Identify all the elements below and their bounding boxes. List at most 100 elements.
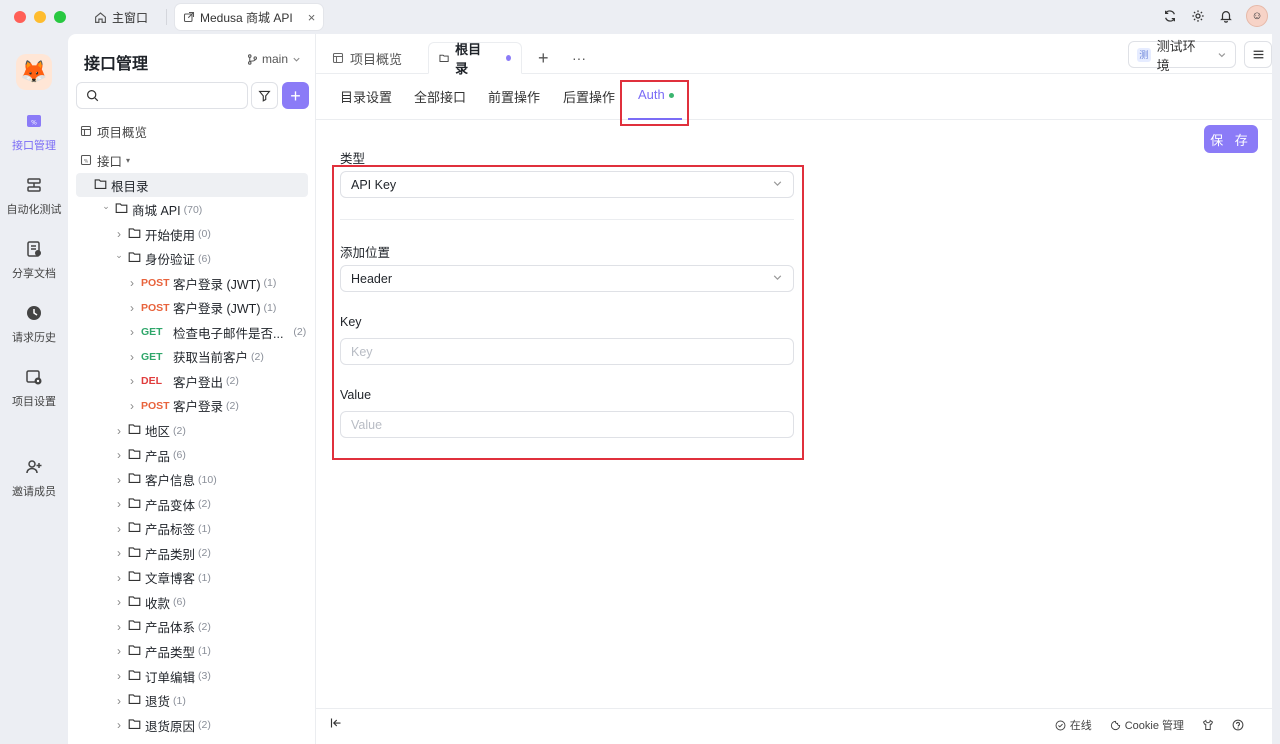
zoom-window-button[interactable] — [54, 11, 66, 23]
chevron-right-icon[interactable]: › — [114, 571, 124, 585]
folder-item[interactable]: › 退货原因 (2) — [76, 713, 308, 737]
chevron-right-icon[interactable]: › — [114, 448, 124, 462]
env-label: 测试环境 — [1156, 38, 1196, 73]
chevron-right-icon[interactable]: › — [114, 473, 124, 487]
chevron-right-icon[interactable]: › — [127, 276, 137, 290]
close-tab-icon[interactable]: × — [308, 10, 316, 25]
titlebar: 主窗口 Medusa 商城 API × ☺ — [0, 0, 1280, 34]
rail-item-api[interactable]: % 接口管理 — [0, 112, 68, 153]
folder-item[interactable]: › 开始使用 (0) — [76, 222, 308, 246]
folder-item[interactable]: › 产品类型 (1) — [76, 639, 308, 663]
tree-item-label: 产品 — [145, 449, 171, 464]
folder-item[interactable]: › 文章博客 (1) — [76, 566, 308, 590]
folder-item[interactable]: › 产品 (6) — [76, 443, 308, 467]
add-api-button[interactable]: + — [282, 82, 309, 109]
api-item[interactable]: › POST 客户登录 (JWT) (1) — [76, 271, 308, 295]
chevron-right-icon[interactable]: › — [114, 227, 124, 241]
project-window-tab[interactable]: Medusa 商城 API × — [175, 4, 324, 30]
user-avatar[interactable]: ☺ — [1246, 5, 1268, 27]
tab-root[interactable]: 根目录 — [428, 42, 522, 76]
chevron-right-icon[interactable]: › — [127, 374, 137, 388]
chevron-down-icon[interactable]: ⌄ — [114, 250, 124, 261]
environment-select[interactable]: 测 测试环境 — [1128, 39, 1236, 73]
chevron-right-icon[interactable]: › — [114, 644, 124, 658]
chevron-right-icon[interactable]: › — [114, 595, 124, 609]
chevron-down-icon[interactable]: ⌄ — [101, 201, 111, 212]
chevron-right-icon[interactable]: › — [127, 325, 137, 339]
rail-item-invite[interactable]: 邀请成员 — [0, 458, 68, 499]
chevron-right-icon[interactable]: › — [127, 350, 137, 364]
api-root-item[interactable]: % 接口 ▾ — [80, 148, 310, 172]
item-count: (2) — [173, 424, 186, 437]
cookie-label: Cookie 管理 — [1124, 720, 1184, 732]
chevron-right-icon[interactable]: › — [114, 424, 124, 438]
api-item[interactable]: › GET 获取当前客户 (2) — [76, 345, 308, 369]
home-tab-label: 主窗口 — [112, 10, 149, 25]
chevron-right-icon[interactable]: › — [114, 522, 124, 536]
tree-item-label: 检查电子邮件是否... — [173, 326, 284, 341]
rail-label: 分享文档 — [12, 268, 56, 280]
folder-item[interactable]: › 产品标签 (1) — [76, 517, 308, 541]
search-box[interactable] — [76, 82, 248, 109]
chevron-down-icon — [293, 57, 300, 62]
bell-icon[interactable] — [1218, 8, 1234, 24]
close-window-button[interactable] — [14, 11, 26, 23]
rail-item-history[interactable]: 请求历史 — [0, 304, 68, 345]
chevron-right-icon[interactable]: › — [127, 301, 137, 315]
home-window-tab[interactable]: 主窗口 — [86, 4, 156, 30]
branch-selector[interactable]: main — [247, 52, 301, 66]
status-bar-right: 在线 Cookie 管理 — [1055, 717, 1244, 733]
chevron-right-icon[interactable]: › — [114, 620, 124, 634]
api-item[interactable]: › GET 检查电子邮件是否... (2) — [76, 320, 308, 344]
gear-icon[interactable] — [1190, 8, 1206, 24]
folder-item[interactable]: › 地区 (2) — [76, 419, 308, 443]
tree-item-label: 客户登录 (JWT) — [173, 302, 261, 317]
more-tabs-button[interactable]: ··· — [562, 42, 596, 74]
filter-button[interactable] — [251, 82, 278, 109]
folder-item[interactable]: › 退货 (1) — [76, 689, 308, 713]
tab-project-overview[interactable]: 项目概览 — [322, 42, 412, 74]
folder-item[interactable]: 根目录 — [76, 173, 308, 197]
rail-item-share-doc[interactable]: 分享文档 — [0, 240, 68, 281]
folder-item[interactable]: › 客户信息 (10) — [76, 468, 308, 492]
api-item[interactable]: › POST 客户登录 (2) — [76, 394, 308, 418]
folder-item[interactable]: › 订单编辑 (3) — [76, 664, 308, 688]
project-overview-item[interactable]: 项目概览 — [80, 119, 310, 143]
minimize-window-button[interactable] — [34, 11, 46, 23]
folder-item[interactable]: ⌄ 身份验证 (6) — [76, 247, 308, 271]
chevron-right-icon[interactable]: › — [114, 546, 124, 560]
rail-item-automation[interactable]: 自动化测试 — [0, 176, 68, 217]
chevron-right-icon[interactable]: › — [127, 399, 137, 413]
item-count: (1) — [173, 694, 186, 707]
rail-item-settings[interactable]: 项目设置 — [0, 368, 68, 409]
folder-item[interactable]: ⌄ 商城 API (70) — [76, 198, 308, 222]
subtab-post-actions[interactable]: 后置操作 — [563, 87, 615, 106]
help-icon[interactable] — [1232, 719, 1244, 731]
subtab-all-apis[interactable]: 全部接口 — [414, 87, 466, 106]
overview-icon — [332, 52, 344, 64]
folder-item[interactable]: › 产品类别 (2) — [76, 541, 308, 565]
method-badge: POST — [141, 277, 170, 290]
new-tab-button[interactable]: + — [528, 42, 559, 74]
api-item[interactable]: › POST 客户登录 (JWT) (1) — [76, 296, 308, 320]
folder-icon — [128, 693, 141, 708]
chevron-right-icon[interactable]: › — [114, 718, 124, 732]
search-input[interactable] — [105, 87, 243, 105]
shirt-icon[interactable] — [1202, 719, 1214, 731]
folder-item[interactable]: › 收款 (6) — [76, 590, 308, 614]
save-button[interactable]: 保 存 — [1204, 125, 1258, 153]
api-item[interactable]: › DEL 客户登出 (2) — [76, 369, 308, 393]
folder-item[interactable]: › 产品变体 (2) — [76, 492, 308, 516]
cookie-manager[interactable]: Cookie 管理 — [1110, 717, 1184, 733]
collapse-sidebar-icon[interactable] — [330, 717, 342, 729]
folder-item[interactable]: › 产品体系 (2) — [76, 615, 308, 639]
menu-button[interactable] — [1244, 41, 1272, 68]
chevron-right-icon[interactable]: › — [114, 669, 124, 683]
online-status[interactable]: 在线 — [1055, 717, 1092, 733]
chevron-right-icon[interactable]: › — [114, 694, 124, 708]
subtab-folder-settings[interactable]: 目录设置 — [340, 87, 392, 106]
refresh-icon[interactable] — [1162, 8, 1178, 24]
chevron-right-icon[interactable]: › — [114, 497, 124, 511]
subtab-pre-actions[interactable]: 前置操作 — [488, 87, 540, 106]
tree-item-label: 订单编辑 — [145, 670, 196, 685]
